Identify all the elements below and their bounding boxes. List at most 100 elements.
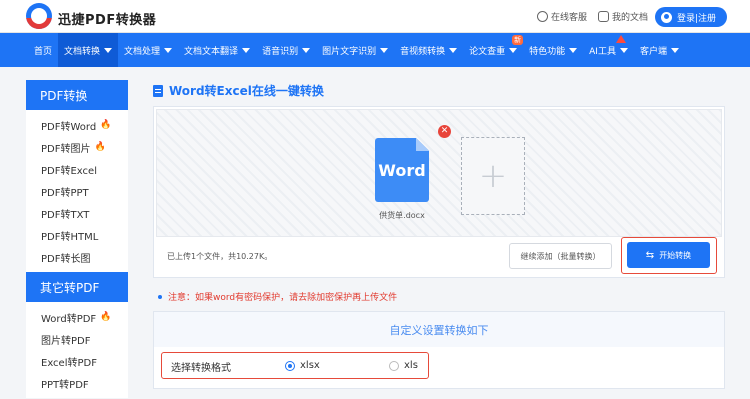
sidebar-item-label: PDF转Word — [41, 121, 97, 133]
sidebar-item-pdf-to-word[interactable]: PDF转Word 🔥 — [26, 114, 128, 136]
sidebar-item-ppt-to-pdf[interactable]: PPT转PDF — [26, 372, 128, 394]
headset-icon — [537, 11, 548, 22]
bullet-icon — [158, 294, 162, 299]
nav-item-client[interactable]: 客户端 — [634, 33, 685, 67]
nav-label: 文档转换 — [64, 46, 101, 57]
continue-add-button[interactable]: 继续添加（批量转换） — [509, 243, 612, 269]
format-option-label: xls — [404, 360, 418, 371]
my-documents-label: 我的文档 — [612, 13, 649, 23]
nav-label: 语音识别 — [262, 46, 299, 57]
chevron-down-icon — [670, 47, 679, 53]
sidebar-item-label: PDF转TXT — [41, 209, 90, 221]
file-name: 供货单.docx — [379, 211, 425, 220]
nav-label: 首页 — [34, 46, 53, 57]
brand-logo-icon[interactable] — [26, 3, 52, 29]
file-type-label: Word — [378, 160, 426, 180]
sidebar-item-pdf-to-txt[interactable]: PDF转TXT — [26, 202, 128, 224]
sidebar-item-pdf-to-ppt[interactable]: PDF转PPT — [26, 180, 128, 202]
add-file-button[interactable]: + — [461, 137, 525, 215]
fire-icon: 🔥 — [100, 120, 112, 130]
sidebar-item-label: PDF转Excel — [41, 165, 97, 177]
nav-item-document-process[interactable]: 文档处理 — [118, 33, 178, 67]
nav-item-document-convert[interactable]: 文档转换 — [58, 33, 119, 67]
nav-label: 音视频转换 — [400, 46, 446, 57]
hot-badge-icon — [615, 35, 626, 43]
chevron-down-icon — [164, 47, 173, 53]
start-convert-highlight: ⇆ 开始转换 — [621, 237, 717, 274]
upload-panel: Word ✕ 供货单.docx + 已上传1个文件，共10.27K。 继续添加（… — [153, 106, 725, 278]
file-drop-area[interactable]: Word ✕ 供货单.docx + — [156, 109, 722, 237]
sidebar-item-label: Excel转PDF — [41, 357, 97, 369]
nav-label: 客户端 — [639, 46, 667, 57]
chevron-down-icon — [509, 47, 518, 53]
nav-item-speech-recognition[interactable]: 语音识别 — [256, 33, 316, 67]
sidebar-item-word-to-pdf[interactable]: Word转PDF 🔥 — [26, 306, 128, 328]
format-option-xls[interactable]: xls — [389, 360, 418, 371]
nav-item-ai-tools[interactable]: AI工具 — [583, 33, 634, 67]
fire-icon: 🔥 — [100, 312, 112, 322]
sidebar-list: PDF转Word 🔥 PDF转图片 🔥 PDF转Excel PDF转PPT PDF转… — [26, 110, 128, 272]
document-icon — [153, 84, 163, 97]
nav-item-ocr[interactable]: 图片文字识别 — [316, 33, 394, 67]
my-documents-link[interactable]: 我的文档 — [598, 10, 648, 23]
brand-name[interactable]: 迅捷PDF转换器 — [58, 9, 156, 28]
start-convert-button[interactable]: ⇆ 开始转换 — [627, 242, 710, 268]
sidebar-item-pdf-to-long-image[interactable]: PDF转长图 — [26, 246, 128, 268]
fire-icon: 🔥 — [94, 142, 106, 152]
login-register-label: 登录|注册 — [677, 13, 717, 24]
remove-file-button[interactable]: ✕ — [438, 125, 451, 138]
chevron-down-icon — [449, 47, 458, 53]
uploaded-file-card[interactable]: Word — [375, 138, 431, 202]
format-selector-highlight: 选择转换格式 xlsx xls — [161, 352, 429, 379]
format-option-label: xlsx — [300, 360, 320, 371]
customer-service-label: 在线客服 — [551, 13, 588, 23]
notice-text: 注意：如果word有密码保护，请去除加密保护再上传文件 — [168, 293, 398, 303]
nav-item-home[interactable]: 首页 — [28, 33, 58, 67]
sidebar-item-label: PPT转PDF — [41, 379, 89, 391]
nav-label: 文档文本翻译 — [184, 46, 239, 57]
new-badge: 新 — [512, 35, 524, 45]
sidebar-section-title: PDF转换 — [26, 80, 128, 110]
radio-unchecked-icon — [389, 360, 399, 371]
swap-icon: ⇆ — [645, 249, 655, 261]
start-convert-label: 开始转换 — [659, 250, 692, 260]
customer-service-link[interactable]: 在线客服 — [537, 10, 587, 23]
sidebar-list: Word转PDF 🔥 图片转PDF Excel转PDF PPT转PDF — [26, 302, 128, 398]
sidebar-item-pdf-to-excel[interactable]: PDF转Excel — [26, 158, 128, 180]
nav-item-plagiarism-check[interactable]: 论文查重新 — [463, 33, 524, 67]
top-bar: 迅捷PDF转换器 在线客服 我的文档 登录|注册 — [0, 0, 750, 33]
nav-label: 论文查重 — [469, 46, 506, 57]
chevron-down-icon — [380, 47, 389, 53]
sidebar-item-pdf-to-html[interactable]: PDF转HTML — [26, 224, 128, 246]
nav-item-special-features[interactable]: 特色功能 — [523, 33, 583, 67]
nav-item-translate[interactable]: 文档文本翻译 — [178, 33, 256, 67]
format-label: 选择转换格式 — [171, 363, 231, 374]
sidebar-item-pdf-to-image[interactable]: PDF转图片 🔥 — [26, 136, 128, 158]
page-title-text: Word转Excel在线一键转换 — [169, 84, 324, 98]
nav-item-av-convert[interactable]: 音视频转换 — [394, 33, 463, 67]
chevron-down-icon — [569, 47, 578, 53]
nav-label: AI工具 — [589, 46, 616, 57]
login-register-button[interactable]: 登录|注册 — [655, 7, 727, 27]
page-title: Word转Excel在线一键转换 — [153, 82, 324, 99]
sidebar-item-label: Word转PDF — [41, 313, 97, 325]
nav-label: 图片文字识别 — [322, 46, 377, 57]
user-avatar-icon — [661, 11, 672, 23]
upload-status: 已上传1个文件，共10.27K。 — [167, 252, 273, 261]
chevron-down-icon — [104, 47, 113, 53]
chevron-down-icon — [619, 47, 628, 53]
format-option-xlsx[interactable]: xlsx — [285, 360, 320, 371]
radio-checked-icon — [285, 360, 295, 371]
sidebar-section-title: 其它转PDF — [26, 272, 128, 302]
document-icon — [598, 11, 609, 22]
sidebar: PDF转换 PDF转Word 🔥 PDF转图片 🔥 PDF转Excel PDF转PP… — [26, 80, 128, 398]
chevron-down-icon — [242, 47, 251, 53]
sidebar-item-image-to-pdf[interactable]: 图片转PDF — [26, 328, 128, 350]
word-file-icon: Word — [375, 138, 429, 202]
sidebar-item-label: PDF转HTML — [41, 231, 99, 243]
chevron-down-icon — [302, 47, 311, 53]
sidebar-item-excel-to-pdf[interactable]: Excel转PDF — [26, 350, 128, 372]
nav-label: 文档处理 — [124, 46, 161, 57]
sidebar-item-label: 图片转PDF — [41, 335, 91, 347]
sidebar-item-label: PDF转图片 — [41, 143, 91, 155]
